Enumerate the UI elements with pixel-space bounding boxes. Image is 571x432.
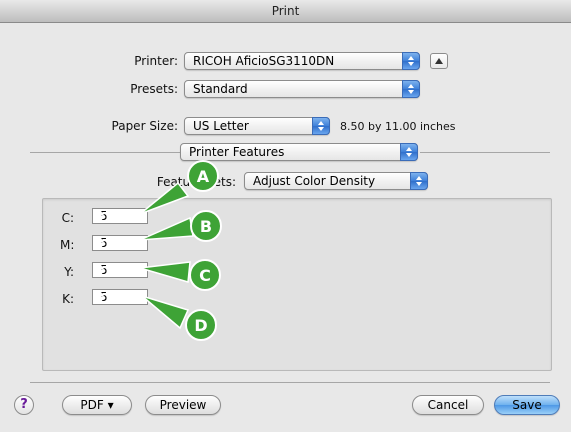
- callout-c-letter: C: [199, 266, 211, 285]
- callout-b: B: [139, 210, 222, 242]
- preview-button[interactable]: Preview: [145, 395, 221, 415]
- save-button[interactable]: Save: [494, 395, 560, 415]
- callout-d-letter: D: [194, 316, 207, 335]
- callout-c: C: [139, 259, 221, 291]
- callout-d: D: [141, 295, 217, 341]
- callout-a-letter: A: [197, 167, 210, 186]
- callout-overlay: A B C D: [139, 160, 222, 341]
- pdf-menu-button[interactable]: PDF ▾: [62, 395, 132, 415]
- callout-c-arrow: [139, 261, 191, 283]
- callout-b-letter: B: [200, 217, 212, 236]
- cancel-button[interactable]: Cancel: [412, 395, 484, 415]
- callout-d-arrow: [141, 295, 190, 330]
- help-button[interactable]: ?: [14, 395, 34, 415]
- callout-a-arrow: [139, 181, 190, 215]
- callout-b-arrow: [139, 216, 194, 241]
- footer-separator: [30, 382, 550, 383]
- callout-a: A: [139, 160, 219, 215]
